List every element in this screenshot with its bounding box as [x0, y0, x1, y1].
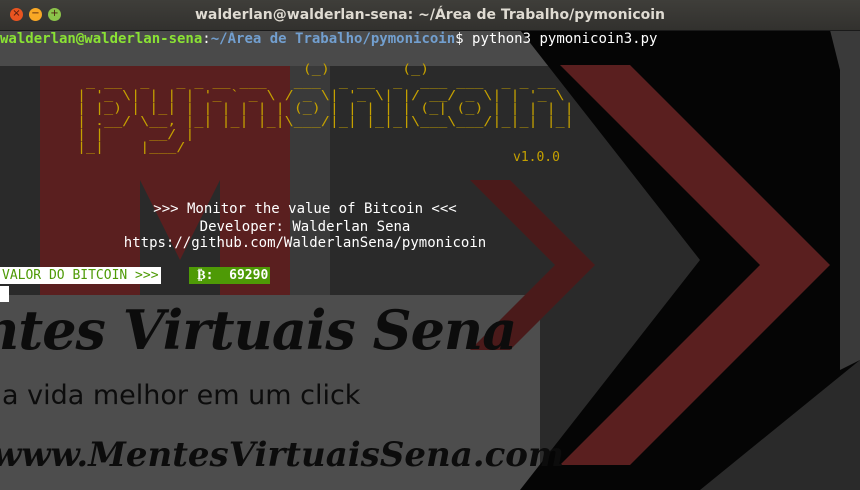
- pymonicoin-ascii-logo: (_) (_) _ __ _ _ _ __ ___ ___ _ __ _ ___…: [77, 62, 574, 154]
- prompt-path: ~/Área de Trabalho/pymonicoin: [210, 31, 456, 47]
- command-line: walderlan@walderlan-sena:~/Área de Traba…: [0, 30, 657, 49]
- close-icon: ×: [12, 8, 21, 19]
- minimize-icon: −: [31, 8, 40, 19]
- window-title: walderlan@walderlan-sena: ~/Área de Trab…: [194, 7, 666, 23]
- version-label: v1.0.0: [513, 150, 560, 165]
- prompt-user: walderlan@walderlan-sena: [0, 31, 203, 47]
- wallpaper-slogan-text: a vida melhor em um click: [2, 380, 361, 411]
- valor-label: VALOR DO BITCOIN >>>: [0, 267, 161, 284]
- prompt-separator: :: [202, 31, 211, 47]
- terminal-area[interactable]: ntes Virtuais Sena a vida melhor em um c…: [0, 30, 860, 490]
- command-text: python3 pymonicoin3.py: [472, 31, 658, 47]
- close-button[interactable]: ×: [10, 8, 23, 21]
- prompt-symbol: $: [455, 31, 473, 47]
- title-bar[interactable]: × − + walderlan@walderlan-sena: ~/Área d…: [0, 0, 860, 31]
- maximize-icon: +: [50, 8, 59, 19]
- info-line-monitor: >>> Monitor the value of Bitcoin <<<: [153, 201, 457, 217]
- info-line-url: https://github.com/WalderlanSena/pymonic…: [123, 235, 487, 251]
- terminal-output: walderlan@walderlan-sena:~/Área de Traba…: [0, 30, 657, 87]
- minimize-button[interactable]: −: [29, 8, 42, 21]
- bitcoin-icon: ₿:: [197, 268, 214, 283]
- wallpaper-brand-text: ntes Virtuais Sena: [0, 298, 517, 362]
- terminal-window: × − + walderlan@walderlan-sena: ~/Área d…: [0, 0, 860, 490]
- text-cursor: [0, 286, 9, 302]
- btc-price-value: 69290: [229, 268, 269, 283]
- maximize-button[interactable]: +: [48, 8, 61, 21]
- info-line-developer: Developer: Walderlan Sena: [199, 219, 411, 235]
- btc-price-badge: ₿: 69290: [189, 267, 271, 284]
- wallpaper-url-text: www.MentesVirtuaisSena.com: [0, 435, 564, 475]
